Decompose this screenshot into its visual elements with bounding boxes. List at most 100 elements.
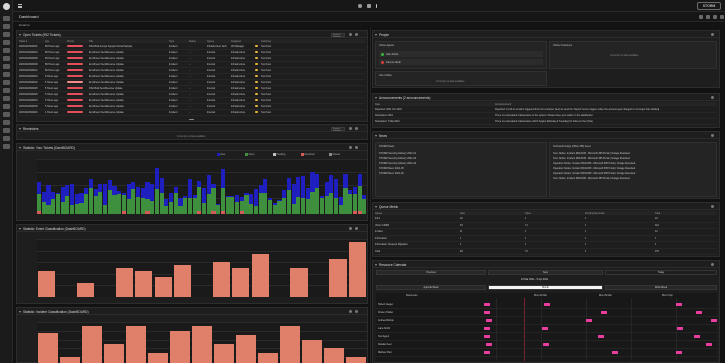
calendar-event[interactable]: [694, 335, 700, 338]
next-button[interactable]: Next: [488, 270, 603, 275]
legend-item[interactable]: Pending: [273, 153, 285, 156]
refresh-icon[interactable]: [713, 15, 717, 19]
calendar-event[interactable]: [484, 303, 490, 306]
legend-item[interactable]: New: [217, 153, 225, 156]
news-item[interactable]: STORM Security Advisory 2021-02: [379, 157, 416, 160]
calendar-event[interactable]: [612, 351, 618, 354]
filter-icon[interactable]: [349, 127, 352, 130]
gear-icon[interactable]: [711, 96, 714, 99]
news-item[interactable]: STORM Security Advisory 2021-03: [379, 162, 416, 165]
prev-button[interactable]: Previous: [376, 270, 486, 275]
filter-icon[interactable]: [349, 146, 352, 149]
collapse-icon[interactable]: [375, 34, 377, 36]
key-icon[interactable]: [3, 128, 10, 133]
collapse-icon[interactable]: [19, 147, 21, 149]
column-header[interactable]: Open: [525, 212, 531, 215]
gear-icon[interactable]: [355, 310, 358, 313]
column-header[interactable]: New: [460, 212, 465, 215]
table-row[interactable]: 2023/03/2900040 1 Hours ago Enrollment Sen…: [19, 110, 365, 116]
collapse-icon[interactable]: [19, 311, 21, 313]
news-item[interactable]: Test: Notice: Incident RD12345 - Microso…: [553, 157, 713, 160]
gear-icon[interactable]: [711, 205, 714, 208]
layout-icon[interactable]: [699, 15, 703, 19]
today-button[interactable]: Today: [605, 270, 717, 275]
resource-name[interactable]: Mathew Hart: [378, 351, 392, 354]
column-select[interactable]: Default Column: [331, 32, 345, 38]
news-item[interactable]: Operation Notice: Incident RD12345 - Mic…: [553, 167, 713, 170]
mail-icon[interactable]: [3, 96, 10, 101]
collapse-icon[interactable]: [19, 228, 21, 230]
collapse-icon[interactable]: [375, 97, 377, 99]
calendar-event[interactable]: [676, 303, 682, 306]
calendar-icon[interactable]: [3, 32, 10, 37]
phone-icon[interactable]: [3, 104, 10, 109]
file-icon[interactable]: [3, 80, 10, 85]
gear-icon[interactable]: [711, 263, 714, 266]
filter-icon[interactable]: [349, 310, 352, 313]
more-icon[interactable]: [189, 119, 194, 120]
settings-icon[interactable]: [3, 144, 10, 149]
announcement-row[interactable]: Scheduled: 7 Mar 2021 There is a schedule…: [375, 119, 717, 125]
column-header[interactable]: Customer: [261, 40, 271, 43]
calendar-event[interactable]: [484, 311, 490, 314]
agent-item[interactable]: Sam Admin: [379, 51, 543, 57]
view-agenda-week[interactable]: Agenda Week: [376, 285, 486, 290]
news-item[interactable]: Test: Notice: Incident RD12345 - Microso…: [553, 177, 713, 180]
calendar-event[interactable]: [484, 335, 490, 338]
agent-item[interactable]: Darena Jacob: [379, 59, 543, 65]
gear-icon[interactable]: [711, 33, 714, 36]
column-header[interactable]: Status: [189, 40, 196, 43]
column-header[interactable]: Pending Reminder: [585, 212, 605, 215]
calendar-event[interactable]: [677, 327, 683, 330]
calendar-event[interactable]: [486, 343, 492, 346]
calendar-event[interactable]: [711, 319, 717, 322]
calendar-event[interactable]: [542, 327, 548, 330]
resource-name[interactable]: Kirsten Holder: [378, 311, 393, 314]
collapse-icon[interactable]: [375, 264, 377, 266]
calendar-event[interactable]: [484, 327, 490, 330]
calendar-event[interactable]: [486, 319, 492, 322]
resource-name[interactable]: Lana Smith: [378, 327, 390, 330]
tool-icon[interactable]: [3, 136, 10, 141]
collapse-icon[interactable]: [375, 135, 377, 137]
collapse-icon[interactable]: [19, 34, 21, 36]
user-icon[interactable]: [3, 56, 10, 61]
news-item[interactable]: Operation Notice: Incident RD12345 - Mic…: [553, 172, 713, 175]
tag-icon[interactable]: [3, 88, 10, 93]
column-header[interactable]: Priority: [67, 40, 74, 43]
queue-row[interactable]: Total 83 73 1 157: [375, 249, 717, 255]
settings-icon[interactable]: [720, 15, 724, 19]
bell-icon[interactable]: [3, 72, 10, 77]
calendar-event[interactable]: [586, 319, 592, 322]
gear-icon[interactable]: [355, 33, 358, 36]
gear-icon[interactable]: [355, 227, 358, 230]
notification-icon[interactable]: [367, 4, 371, 8]
view-work-week[interactable]: Work Week: [605, 285, 717, 290]
column-header[interactable]: Assigned: [231, 40, 241, 43]
column-header[interactable]: Queue: [375, 212, 382, 215]
edit-icon[interactable]: [706, 15, 710, 19]
news-item[interactable]: STORM Security Advisory 2021-01: [379, 152, 416, 155]
list-icon[interactable]: [3, 64, 10, 69]
column-header[interactable]: Age: [45, 40, 49, 43]
avatar[interactable]: [3, 3, 10, 10]
gear-icon[interactable]: [355, 127, 358, 130]
column-select[interactable]: Default Column: [331, 126, 345, 132]
news-item[interactable]: STORM Meet: 2021-06: [379, 172, 404, 175]
legend-item[interactable]: Open: [245, 153, 254, 156]
news-item[interactable]: Operation Notice: Incident RD12345 - Mic…: [553, 162, 713, 165]
gear-icon[interactable]: [711, 134, 714, 137]
collapse-icon[interactable]: [375, 206, 377, 208]
add-icon[interactable]: [376, 4, 380, 8]
legend-item[interactable]: Resolved: [301, 153, 314, 156]
calendar-event[interactable]: [601, 311, 607, 314]
home-icon[interactable]: [3, 16, 10, 21]
legend-item[interactable]: Closed: [329, 153, 340, 156]
news-item[interactable]: STORM Meet: 2021-05: [379, 167, 404, 170]
column-header[interactable]: Total: [655, 212, 660, 215]
column-header[interactable]: Title: [89, 40, 93, 43]
column-header[interactable]: Ticket #: [19, 40, 27, 43]
calendar-event[interactable]: [676, 351, 682, 354]
calendar-event[interactable]: [544, 303, 550, 306]
calendar-event[interactable]: [543, 343, 549, 346]
